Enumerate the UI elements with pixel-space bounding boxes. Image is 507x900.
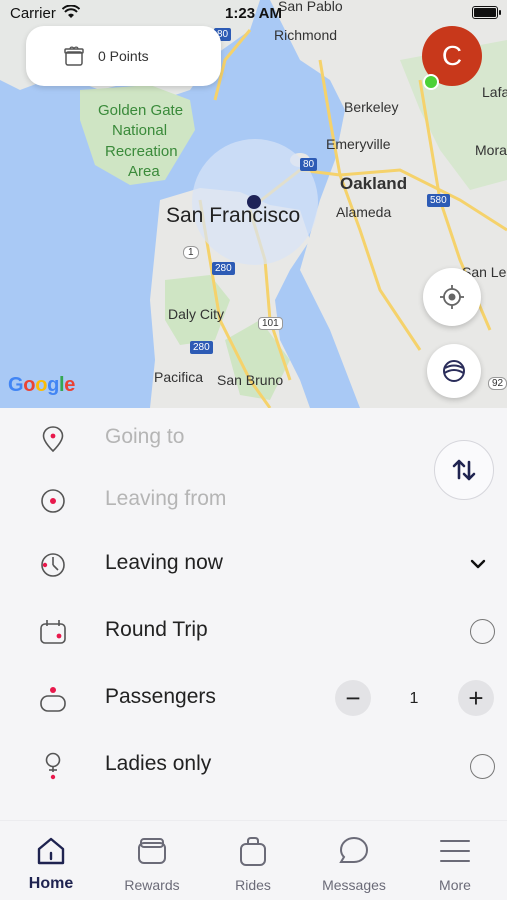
increase-passengers-button[interactable]: + [458,680,494,716]
tab-home-label: Home [28,875,74,892]
passengers-row: Passengers − 1 + [0,668,507,728]
map-label-alameda: Alameda [336,204,392,220]
bag-icon [240,837,266,866]
female-icon [45,752,61,780]
leaving-from-field[interactable]: Leaving from [105,487,226,511]
gift-icon [138,838,166,864]
status-bar: Carrier 1:23 AM [0,0,507,28]
menu-icon [440,840,470,862]
map-label-san-bruno: San Bruno [217,372,284,388]
origin-circle-icon [41,489,65,513]
calendar-icon [40,620,66,644]
map-label-mora: Mora [475,142,507,158]
clock: 1:23 AM [225,5,282,22]
tab-more[interactable]: More [405,835,505,893]
map-label-richmond: Richmond [274,27,338,43]
map-label-daly-city: Daly City [168,306,225,322]
map-layers-button[interactable] [427,344,481,398]
highway-shield-280-b: 280 [190,341,213,354]
round-trip-row[interactable]: Round Trip [0,601,507,661]
going-to-row[interactable]: Going to [0,408,507,468]
online-status-dot [423,74,439,90]
ladies-only-row[interactable]: Ladies only [0,735,507,795]
highway-shield-280: 280 [212,262,235,275]
ladies-only-radio[interactable] [470,754,495,779]
ladies-only-label: Ladies only [105,752,212,775]
tab-bar: Home Rewards Rides Messages More [0,820,507,900]
map-label-pacifica: Pacifica [154,369,204,385]
tab-home[interactable]: Home [1,835,101,893]
passenger-count: 1 [409,690,419,707]
tab-messages[interactable]: Messages [304,835,404,893]
highway-shield-101: 101 [258,317,283,330]
google-logo: Google [8,374,76,396]
decrease-passengers-button[interactable]: − [335,680,371,716]
round-trip-label: Round Trip [105,618,208,641]
layers-icon [443,360,465,382]
tab-rewards-label: Rewards [124,877,180,893]
tab-messages-label: Messages [322,877,386,893]
chat-icon [339,836,369,863]
crosshair-icon [440,285,464,309]
map-label-recreation: Recreation [105,143,178,160]
leaving-from-row[interactable]: Leaving from [0,470,507,530]
passengers-label: Passengers [105,685,216,708]
map-label-national: National [112,122,168,139]
chevron-down-icon[interactable] [470,558,486,570]
tab-rewards[interactable]: Rewards [102,835,202,893]
map-pin-icon [42,426,64,453]
highway-shield-80-b: 80 [300,158,318,171]
map-label-emeryville: Emeryville [326,136,391,152]
battery-icon [472,6,501,19]
going-to-field[interactable]: Going to [105,425,184,449]
tab-more-label: More [439,877,471,893]
round-trip-radio[interactable] [470,619,495,644]
highway-shield-92: 92 [488,377,507,390]
map-label-golden-gate: Golden Gate [98,102,184,119]
highway-shield-1: 1 [183,246,199,259]
points-card[interactable]: 0 Points [26,26,221,86]
tab-rides[interactable]: Rides [203,835,303,893]
tab-rides-label: Rides [235,877,271,893]
clock-icon [41,553,65,577]
passenger-icon [40,687,66,712]
map-label-lafa: Lafa [482,84,507,100]
departure-time-row[interactable]: Leaving now [0,534,507,594]
gift-icon [64,46,84,66]
map-label-oakland: Oakland [340,174,408,193]
map-label-berkeley: Berkeley [344,99,399,115]
points-label: 0 Points [98,48,149,64]
highway-shield-580: 580 [427,194,450,207]
departure-time-label: Leaving now [105,551,223,574]
map-label-san-francisco: San Francisco [166,204,301,227]
home-icon [37,837,65,865]
ride-form: Going to Leaving from Leaving now Round … [0,408,507,820]
map-label-area: Area [128,163,160,180]
locate-me-button[interactable] [423,268,481,326]
